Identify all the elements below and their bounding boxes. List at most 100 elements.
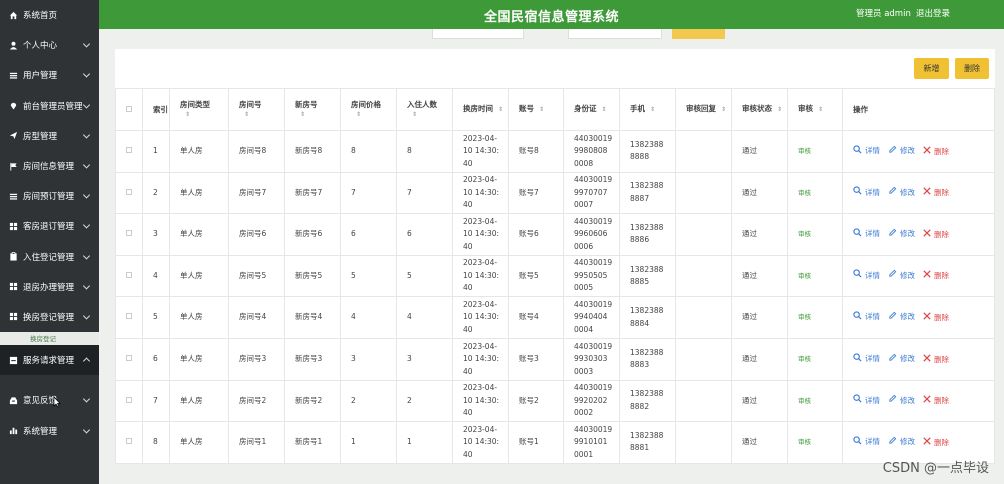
logout-link[interactable]: 退出登录 [916, 7, 950, 19]
row-checkbox[interactable] [126, 230, 132, 237]
sidebar-item-7[interactable]: 房间预订管理 [0, 181, 99, 211]
audit-cell[interactable]: 审核 [787, 379, 843, 423]
checkbox-cell[interactable] [115, 130, 143, 173]
sort-icon[interactable]: ⇕ [772, 106, 782, 113]
row-checkbox[interactable] [126, 188, 132, 195]
row-checkbox[interactable] [126, 438, 132, 445]
sort-icon[interactable]: ⇕ [645, 106, 655, 113]
sort-icon[interactable]: ⇕ [716, 106, 726, 113]
sidebar-item-9[interactable]: 入住登记管理 [0, 242, 99, 272]
submenu-item[interactable]: 换房登记 [0, 332, 99, 346]
edit-button[interactable]: 修改 [888, 186, 915, 200]
audit-cell[interactable]: 审核 [787, 337, 843, 381]
sidebar-item-14[interactable]: 系统管理 [0, 415, 99, 445]
edit-button[interactable]: 修改 [888, 394, 915, 408]
detail-button[interactable]: 详情 [853, 144, 880, 159]
sidebar-item-5[interactable]: 房型管理 [0, 121, 99, 151]
row-delete-button[interactable]: 删除 [923, 145, 949, 159]
column-header-5[interactable]: 房间价格 ⇕ [340, 88, 397, 131]
audit-link[interactable]: 审核 [798, 147, 811, 155]
sidebar-item-6[interactable]: 房间信息管理 [0, 151, 99, 181]
audit-cell[interactable]: 审核 [787, 213, 843, 256]
row-delete-button[interactable]: 删除 [923, 187, 949, 200]
checkbox-cell[interactable] [115, 337, 143, 381]
sidebar-item-11[interactable]: 换房登记管理 [0, 302, 99, 332]
sort-icon[interactable]: ⇕ [597, 106, 607, 113]
select-all-checkbox[interactable] [126, 105, 132, 112]
column-header-3[interactable]: 房间号 ⇕ [228, 88, 285, 131]
row-checkbox[interactable] [126, 313, 132, 320]
detail-button[interactable]: 详情 [853, 394, 880, 408]
edit-button[interactable]: 修改 [888, 311, 915, 325]
edit-button[interactable]: 修改 [888, 436, 915, 450]
search-input-2[interactable] [568, 29, 662, 39]
row-checkbox[interactable] [126, 271, 132, 278]
audit-cell[interactable]: 审核 [787, 171, 843, 215]
sort-icon[interactable]: ⇕ [813, 106, 823, 113]
audit-link[interactable]: 审核 [798, 272, 811, 280]
search-input-1[interactable] [432, 29, 524, 39]
column-header-9[interactable]: 身份证 ⇕ [563, 88, 620, 131]
row-delete-button[interactable]: 删除 [923, 395, 949, 408]
detail-button[interactable]: 详情 [853, 311, 880, 325]
sort-icon[interactable]: ⇕ [239, 110, 284, 120]
sidebar-item-2[interactable]: 个人中心 [0, 30, 99, 60]
sort-icon[interactable]: ⇕ [407, 110, 452, 120]
column-header-6[interactable]: 入住人数 ⇕ [396, 88, 453, 131]
row-delete-button[interactable]: 删除 [923, 312, 949, 325]
audit-link[interactable]: 审核 [798, 189, 811, 197]
column-header-13[interactable]: 审核 ⇕ [787, 88, 843, 131]
edit-button[interactable]: 修改 [888, 145, 915, 159]
checkbox-cell[interactable] [115, 421, 143, 464]
detail-button[interactable]: 详情 [853, 436, 880, 450]
audit-cell[interactable]: 审核 [787, 421, 843, 464]
add-button[interactable]: 新增 [914, 58, 949, 79]
checkbox-cell[interactable] [115, 254, 143, 298]
sidebar-item-12[interactable]: 服务请求管理 [0, 345, 99, 376]
column-header-7[interactable]: 换房时间 ⇕ [452, 88, 509, 131]
sort-icon[interactable]: ⇕ [534, 106, 544, 113]
detail-button[interactable]: 详情 [853, 269, 880, 283]
checkbox-cell[interactable] [115, 213, 143, 256]
checkbox-cell[interactable] [115, 296, 143, 339]
row-checkbox[interactable] [126, 147, 132, 154]
checkbox-cell[interactable] [115, 171, 143, 215]
search-button[interactable] [672, 29, 725, 39]
sidebar-item-8[interactable]: 客房退订管理 [0, 211, 99, 241]
audit-link[interactable]: 审核 [798, 230, 811, 238]
row-delete-button[interactable]: 删除 [923, 229, 949, 242]
sidebar-item-1[interactable]: 系统首页 [0, 0, 99, 30]
audit-cell[interactable]: 审核 [787, 254, 843, 298]
sidebar-item-13[interactable]: 意见反馈 [0, 385, 99, 415]
detail-button[interactable]: 详情 [853, 186, 880, 200]
audit-cell[interactable]: 审核 [787, 296, 843, 339]
sort-icon[interactable]: ⇕ [295, 110, 340, 120]
column-header-8[interactable]: 账号 ⇕ [508, 88, 564, 131]
sort-icon[interactable]: ⇕ [180, 110, 228, 120]
delete-button[interactable]: 删除 [955, 58, 989, 79]
column-header-10[interactable]: 手机 ⇕ [619, 88, 676, 131]
edit-button[interactable]: 修改 [888, 353, 915, 367]
column-header-2[interactable]: 房间类型 ⇕ [169, 88, 229, 131]
audit-link[interactable]: 审核 [798, 438, 811, 446]
row-delete-button[interactable]: 删除 [923, 353, 949, 367]
detail-button[interactable]: 详情 [853, 228, 880, 242]
row-checkbox[interactable] [126, 396, 132, 403]
sidebar-item-3[interactable]: 用户管理 [0, 60, 99, 90]
sidebar-item-10[interactable]: 退房办理管理 [0, 272, 99, 302]
checkbox-cell[interactable] [115, 379, 143, 423]
column-header-4[interactable]: 新房号 ⇕ [284, 88, 341, 131]
audit-cell[interactable]: 审核 [787, 130, 843, 173]
select-all-checkbox-cell[interactable] [115, 88, 143, 131]
audit-link[interactable]: 审核 [798, 355, 811, 363]
sort-icon[interactable]: ⇕ [351, 110, 396, 120]
edit-button[interactable]: 修改 [888, 228, 915, 242]
row-checkbox[interactable] [126, 355, 132, 362]
sidebar-item-4[interactable]: 前台管理员管理 [0, 91, 99, 121]
audit-link[interactable]: 审核 [798, 397, 811, 405]
column-header-11[interactable]: 审核回复 ⇕ [675, 88, 732, 131]
detail-button[interactable]: 详情 [853, 352, 880, 367]
row-delete-button[interactable]: 删除 [923, 270, 949, 283]
edit-button[interactable]: 修改 [888, 269, 915, 283]
audit-link[interactable]: 审核 [798, 313, 811, 321]
